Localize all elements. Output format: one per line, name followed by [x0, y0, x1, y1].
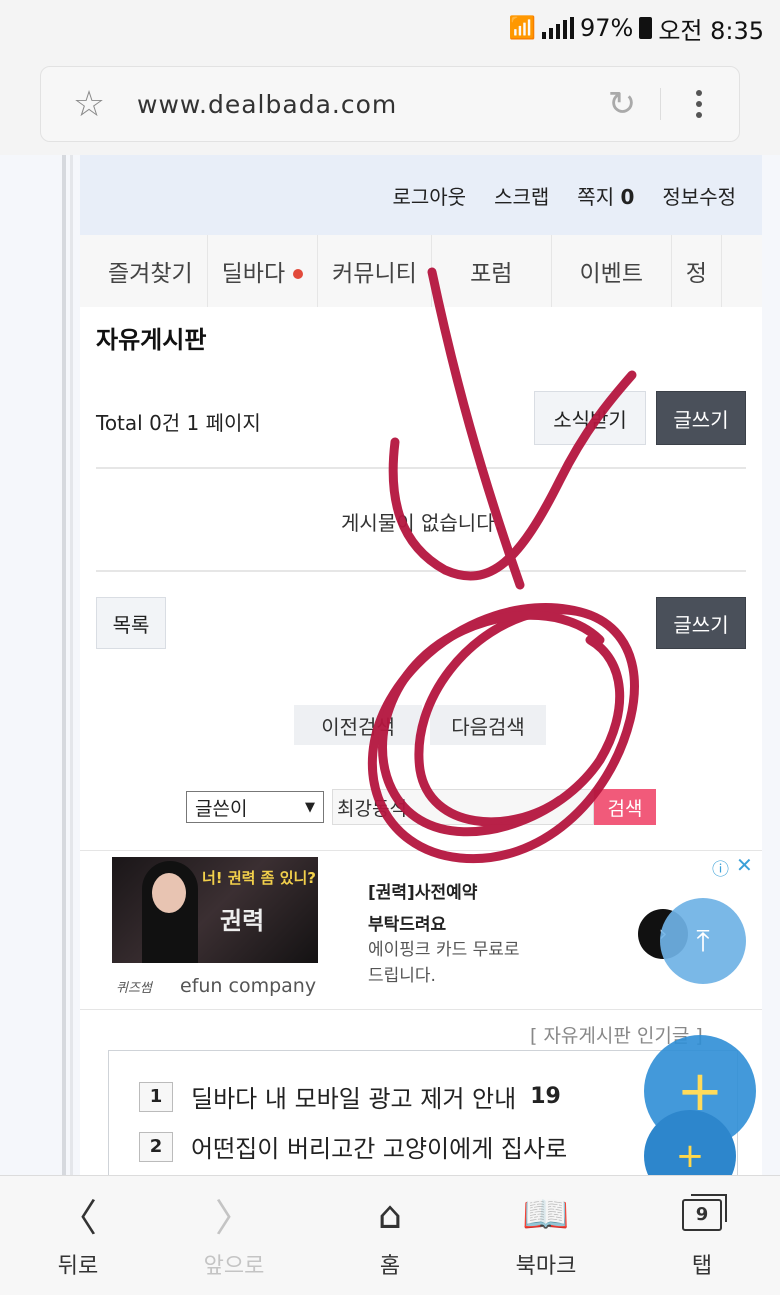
page-edge [62, 155, 66, 1175]
post-title: 딜바다 내 모바일 광고 제거 안내 [191, 1085, 517, 1113]
signal-icon [541, 17, 574, 39]
menu-item-forum[interactable]: 포럼 [432, 235, 552, 307]
memo-link[interactable]: 쪽지 0 [577, 181, 634, 210]
menu-label: 즐겨찾기 [108, 261, 193, 287]
ad-face [152, 873, 186, 913]
clock: 오전 8:35 [658, 16, 764, 45]
divider [96, 570, 746, 572]
menu-label: 이벤트 [579, 261, 643, 287]
total-count: Total 0건 1 페이지 [96, 411, 261, 435]
tab-count: 9 [682, 1193, 727, 1231]
scrap-link[interactable]: 스크랩 [494, 181, 549, 210]
memo-count: 0 [620, 184, 635, 209]
logout-link[interactable]: 로그아웃 [392, 181, 466, 210]
status-bar: 📶 97% 오전 8:35 [0, 0, 780, 56]
reload-icon[interactable]: ↻ [592, 84, 652, 124]
web-viewport: 로그아웃 스크랩 쪽지 0 정보수정 즐겨찾기 딜바다 커뮤니티 포럼 이벤트 … [0, 155, 780, 1175]
chevron-left-icon: 〈 [58, 1196, 97, 1240]
ad-desc-line: 에이핑크 카드 무료로 [368, 940, 520, 960]
url-text[interactable]: www.dealbada.com [137, 90, 592, 119]
ad-banner[interactable]: 너! 권력 좀 있니? 권력 퀴즈썸 efun company [권력]사전예약… [80, 850, 762, 1010]
bottom-nav: 〈 뒤로 〉 앞으로 ⌂ 홈 📖 북마크 9 탭 [0, 1175, 780, 1295]
edit-info-link[interactable]: 정보수정 [662, 181, 736, 210]
rank-badge: 2 [139, 1131, 173, 1162]
ad-image[interactable]: 너! 권력 좀 있니? 권력 [112, 857, 318, 963]
dropdown-arrow-icon: ▼ [305, 799, 315, 815]
ad-game-logo: 권력 [220, 906, 265, 935]
back-label: 뒤로 [57, 1253, 99, 1279]
write-button[interactable]: 글쓰기 [656, 391, 746, 445]
ad-title-line: [권력]사전예약 [368, 883, 478, 903]
main-menu: 즐겨찾기 딜바다 커뮤니티 포럼 이벤트 정 [80, 235, 762, 307]
search-button[interactable]: 검색 [594, 789, 656, 825]
search-field-value: 글쓴이 [195, 797, 248, 820]
home-icon: ⌂ [377, 1192, 403, 1237]
divider [660, 88, 661, 120]
screen: 📶 97% 오전 8:35 ☆ www.dealbada.com ↻ 로그아웃 … [0, 0, 780, 1295]
ad-title[interactable]: [권력]사전예약 부탁드려요 [368, 877, 477, 941]
post-title: 어떤집이 버리고간 고양이에게 집사로 [191, 1135, 568, 1163]
menu-label: 포럼 [470, 261, 513, 287]
forward-label: 앞으로 [203, 1253, 265, 1279]
divider [96, 467, 746, 469]
tabs-button[interactable]: 9 탭 [624, 1176, 780, 1295]
board-title: 자유게시판 [96, 326, 207, 354]
menu-item-dealbada[interactable]: 딜바다 [208, 235, 319, 307]
list-button[interactable]: 목록 [96, 597, 166, 649]
book-icon: 📖 [522, 1192, 570, 1236]
list-item[interactable]: 1 딜바다 내 모바일 광고 제거 안내 19 [139, 1079, 561, 1114]
ad-company-logo: 퀴즈썸 [116, 981, 152, 996]
ad-desc-line: 드립니다. [368, 966, 436, 986]
new-dot-icon [293, 269, 304, 279]
wifi-icon: 📶 [508, 15, 536, 41]
search-field-select[interactable]: 글쓴이 ▼ [186, 791, 324, 823]
ad-company: efun company [180, 975, 317, 997]
chevron-right-icon: 〉 [214, 1196, 253, 1240]
page-content: 로그아웃 스크랩 쪽지 0 정보수정 즐겨찾기 딜바다 커뮤니티 포럼 이벤트 … [80, 155, 762, 1175]
page-edge [70, 155, 73, 1175]
rank-badge: 1 [139, 1081, 173, 1112]
arrow-up-icon: ⤒ [696, 923, 710, 959]
ad-slogan: 너! 권력 좀 있니? [202, 869, 317, 887]
bookmark-button[interactable]: 📖 북마크 [468, 1176, 624, 1295]
battery-percent: 97% [579, 14, 634, 42]
menu-item-community[interactable]: 커뮤니티 [318, 235, 432, 307]
prev-search-button[interactable]: 이전검색 [294, 705, 422, 745]
menu-label: 딜바다 [221, 261, 286, 287]
menu-item-more[interactable]: 정 [672, 235, 722, 307]
ad-close-icon[interactable]: ✕ [736, 853, 753, 877]
star-icon[interactable]: ☆ [41, 84, 137, 125]
tabs-icon: 9 [682, 1192, 727, 1238]
menu-label: 커뮤니티 [332, 261, 417, 287]
bookmark-label: 북마크 [515, 1253, 577, 1279]
menu-label: 정 [685, 261, 707, 287]
home-label: 홈 [379, 1253, 401, 1279]
plus-icon: + [675, 1136, 705, 1176]
menu-item-favorites[interactable]: 즐겨찾기 [80, 235, 208, 307]
ad-description: 에이핑크 카드 무료로 드립니다. [368, 937, 520, 989]
write-button-bottom[interactable]: 글쓰기 [656, 597, 746, 649]
back-button[interactable]: 〈 뒤로 [0, 1176, 156, 1295]
empty-message: 게시물이 없습니다. [341, 511, 501, 535]
scroll-top-button[interactable]: ⤒ [660, 898, 746, 984]
next-search-button[interactable]: 다음검색 [430, 705, 546, 745]
battery-icon [639, 17, 653, 39]
comment-count: 19 [530, 1084, 561, 1109]
list-item[interactable]: 2 어떤집이 버리고간 고양이에게 집사로 [139, 1129, 567, 1164]
menu-item-event[interactable]: 이벤트 [552, 235, 672, 307]
tabs-label: 탭 [691, 1253, 713, 1279]
subscribe-button[interactable]: 소식받기 [534, 391, 646, 445]
user-bar: 로그아웃 스크랩 쪽지 0 정보수정 [80, 155, 762, 235]
more-menu-icon[interactable] [679, 90, 719, 118]
search-input[interactable]: 최강동석 [332, 789, 594, 825]
home-button[interactable]: ⌂ 홈 [312, 1176, 468, 1295]
ad-info-icon[interactable]: ⓘ [712, 855, 729, 880]
forward-button[interactable]: 〉 앞으로 [156, 1176, 312, 1295]
address-bar[interactable]: ☆ www.dealbada.com ↻ [40, 66, 740, 142]
memo-label: 쪽지 [577, 184, 615, 209]
